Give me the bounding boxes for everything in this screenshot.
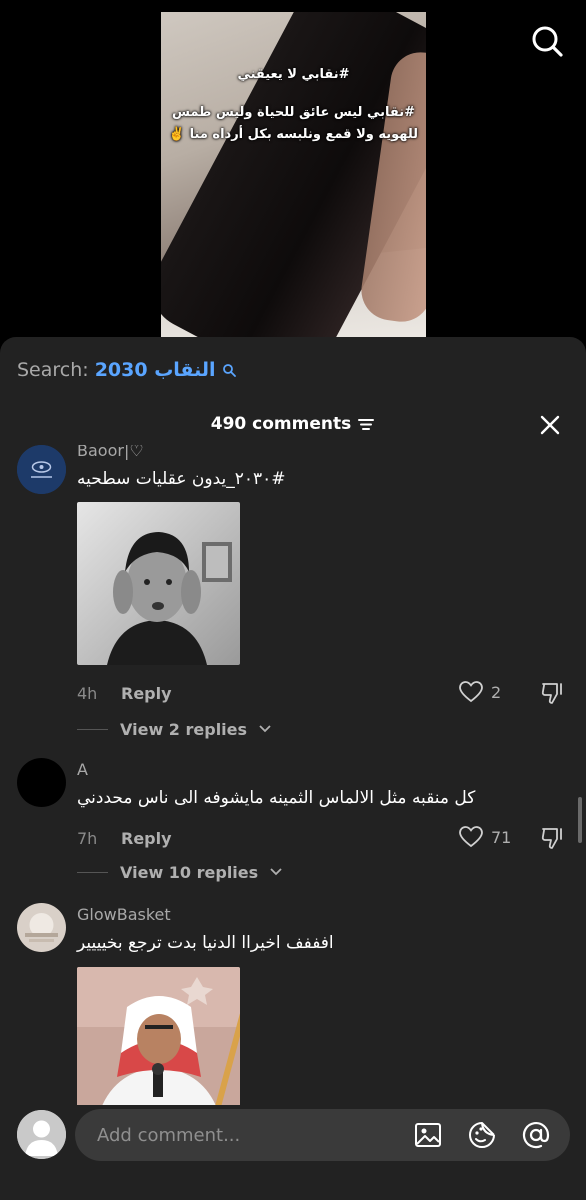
heart-icon (459, 681, 483, 703)
comment-username[interactable]: Baoor|♡ (77, 445, 144, 460)
video-caption-line-3: للهويه ولا قمع ونلبسه بكل أرداه منا ✌️ (168, 127, 419, 142)
comment-time: 7h (77, 829, 98, 848)
view-replies-button[interactable]: View 10 replies (77, 860, 282, 884)
comment-gif[interactable] (77, 502, 240, 665)
avatar-placeholder-icon (17, 1110, 66, 1159)
comment-time: 4h (77, 684, 98, 703)
related-search-label: Search: (17, 359, 89, 381)
image-icon (415, 1123, 441, 1147)
comment-text: افففف اخيراا الدنيا بدت ترجع بخيييير (77, 933, 334, 953)
emoji-icon (469, 1122, 495, 1148)
video-thumbnail[interactable]: #نقابي لا يعيقني #نقابي ليس عائق للحياة … (161, 12, 426, 342)
close-button[interactable] (536, 411, 564, 439)
search-icon (222, 364, 236, 377)
comment-meta: 4h Reply 2 (77, 681, 567, 707)
chevron-down-icon (270, 868, 282, 876)
related-search[interactable]: Search: 2030 النقاب (17, 359, 236, 381)
video-area[interactable]: #نقابي لا يعيقني #نقابي ليس عائق للحياة … (0, 0, 586, 345)
comment-username[interactable]: GlowBasket (77, 905, 171, 924)
filter-icon[interactable] (357, 416, 375, 432)
comments-sheet: Search: 2030 النقاب 490 comments Baoor|♡… (0, 337, 586, 1200)
dislike-icon (541, 828, 562, 849)
view-replies-label: View 10 replies (120, 862, 259, 882)
comments-header: 490 comments (0, 409, 586, 439)
avatar-image (17, 903, 66, 952)
heart-icon (459, 826, 483, 848)
comment-input[interactable] (97, 1119, 397, 1151)
video-caption-line-1: #نقابي لا يعيقني (237, 67, 350, 82)
like-button[interactable]: 71 (459, 826, 511, 848)
view-replies-button[interactable]: View 2 replies (77, 717, 271, 741)
search-icon (532, 26, 563, 57)
comment-text: #٢٠٣٠_يدون عقليات سطحيه (77, 469, 286, 489)
comment-text: كل منقبه مثل الالماس الثمينه مايشوفه الى… (77, 788, 476, 808)
comment-input-box[interactable] (75, 1109, 570, 1161)
comment-gif-image (77, 502, 240, 665)
mention-button[interactable] (521, 1120, 551, 1150)
mention-icon (522, 1122, 550, 1149)
dislike-button[interactable] (540, 681, 566, 709)
related-search-term[interactable]: 2030 النقاب (95, 359, 216, 381)
comment-gif-image (77, 967, 240, 1105)
comment-meta: 7h Reply 71 (77, 826, 567, 852)
my-avatar[interactable] (17, 1110, 66, 1159)
comment-composer (0, 1105, 586, 1200)
close-icon (540, 415, 560, 435)
like-count: 71 (491, 827, 512, 847)
comment-username[interactable]: A (77, 760, 88, 779)
comments-list[interactable]: Baoor|♡ #٢٠٣٠_يدون عقليات سطحيه 4h Reply… (0, 445, 586, 1105)
replies-divider (77, 871, 108, 873)
dislike-button[interactable] (540, 826, 566, 854)
chevron-down-icon (259, 725, 271, 733)
reply-button[interactable]: Reply (121, 829, 172, 848)
replies-divider (77, 728, 108, 730)
image-button[interactable] (413, 1120, 443, 1150)
avatar[interactable] (17, 758, 66, 807)
dislike-icon (541, 683, 562, 704)
reply-button[interactable]: Reply (121, 684, 172, 703)
comments-count: 490 comments (210, 414, 352, 434)
avatar-logo-icon (17, 445, 66, 494)
avatar[interactable] (17, 903, 66, 952)
emoji-button[interactable] (467, 1120, 497, 1150)
like-count: 2 (491, 682, 502, 702)
search-button[interactable] (530, 24, 564, 58)
avatar[interactable] (17, 445, 66, 494)
comment-gif[interactable] (77, 967, 240, 1105)
scrollbar[interactable] (578, 797, 582, 843)
view-replies-label: View 2 replies (120, 719, 248, 739)
like-button[interactable]: 2 (459, 681, 501, 703)
video-caption-line-2: #نقابي ليس عائق للحياة وليس طمس (171, 105, 415, 120)
